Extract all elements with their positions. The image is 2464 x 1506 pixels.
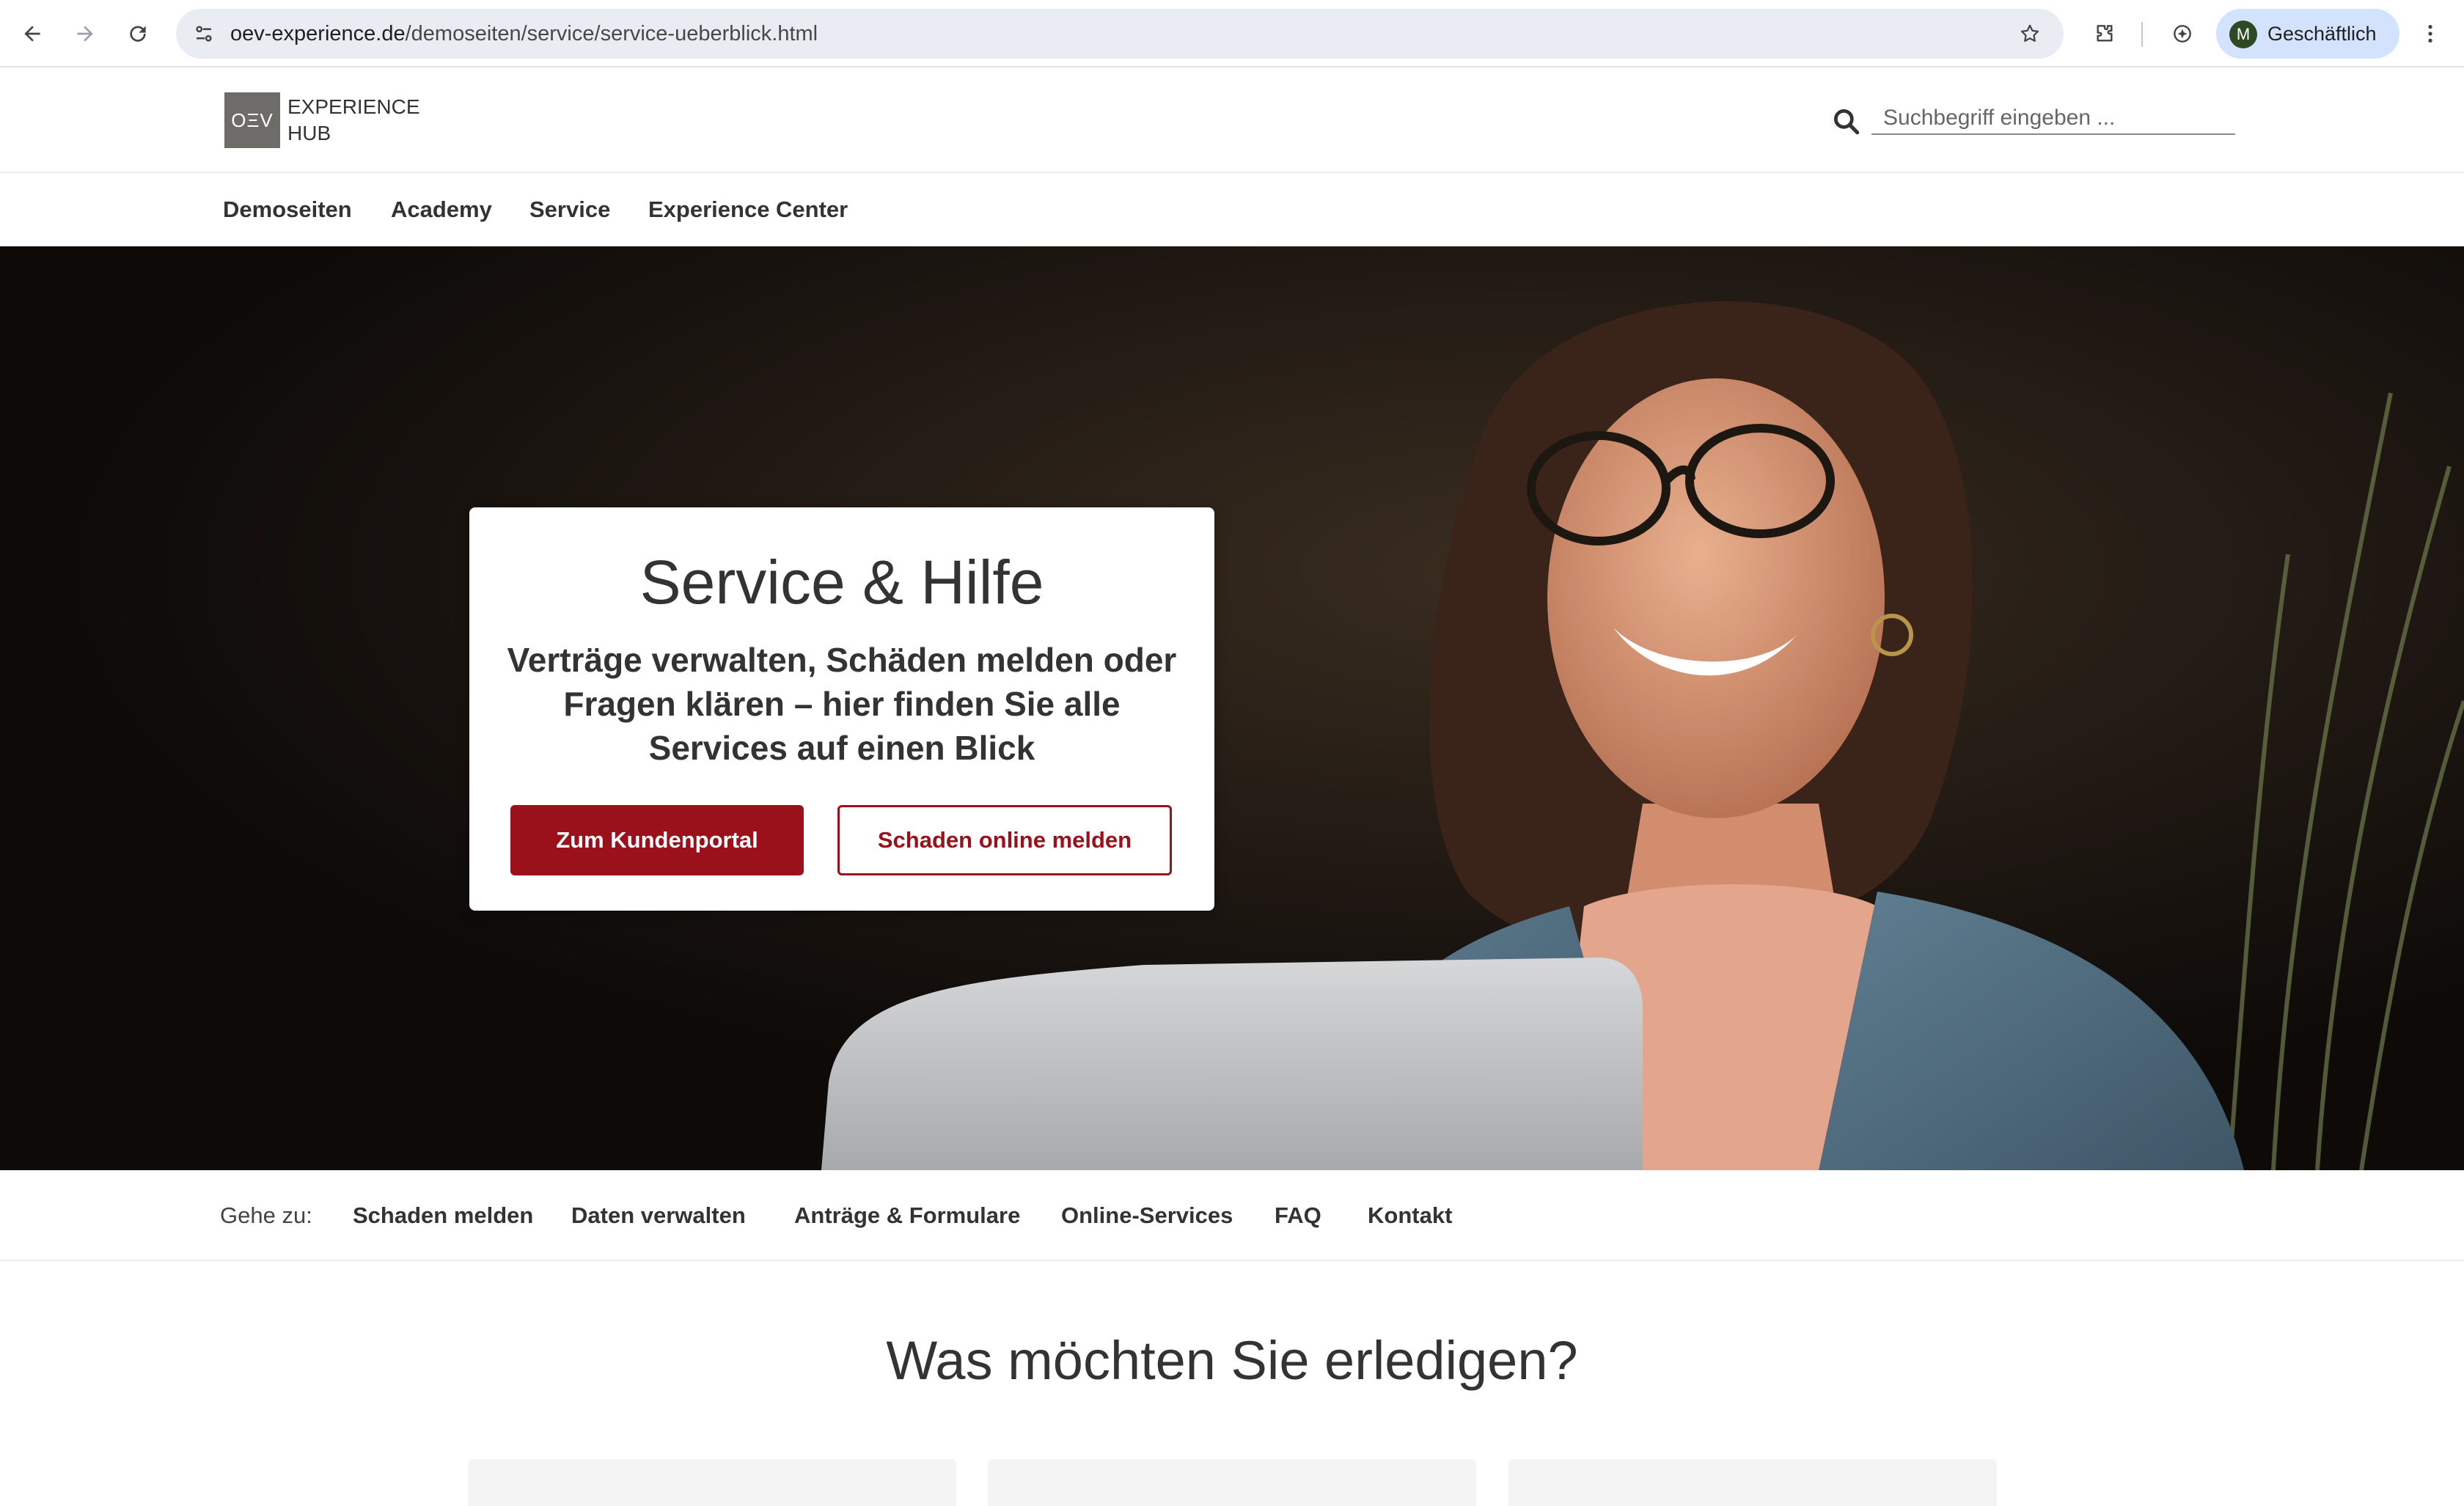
extensions-button[interactable] xyxy=(2087,16,2122,51)
profile-button[interactable]: M Geschäftlich xyxy=(2216,9,2399,59)
logo-line-2: HUB xyxy=(287,122,331,144)
jump-link-online-services[interactable]: Online-Services xyxy=(1061,1170,1233,1261)
jump-link-daten-verwalten[interactable]: Daten verwalten xyxy=(571,1170,746,1261)
ai-assistant-button[interactable] xyxy=(2165,16,2200,51)
nav-item-demoseiten[interactable]: Demoseiten xyxy=(223,173,352,246)
url-text[interactable]: oev-experience.de/demoseiten/service/ser… xyxy=(230,9,818,59)
nav-item-experience-center[interactable]: Experience Center xyxy=(648,173,848,246)
browser-menu-button[interactable] xyxy=(2413,16,2448,51)
jump-link-faq[interactable]: FAQ xyxy=(1275,1170,1321,1261)
main-navigation: Demoseiten Academy Service Experience Ce… xyxy=(0,173,2464,246)
jump-label: Gehe zu: xyxy=(220,1202,312,1228)
logo-text[interactable]: EXPERIENCE HUB xyxy=(287,94,420,147)
arrow-left-icon xyxy=(24,26,40,42)
forward-button[interactable] xyxy=(67,16,103,51)
more-vertical-icon xyxy=(2428,25,2432,43)
customer-portal-button[interactable]: Zum Kundenportal xyxy=(510,805,804,875)
toolbar-divider xyxy=(2141,22,2143,47)
puzzle-icon xyxy=(2097,25,2113,42)
hero-banner: Service & Hilfe Verträge verwalten, Schä… xyxy=(0,246,2464,1170)
logo-mark[interactable]: OΞV xyxy=(224,92,280,148)
browser-toolbar: oev-experience.de/demoseiten/service/ser… xyxy=(0,0,2464,67)
nav-item-service[interactable]: Service xyxy=(529,173,610,246)
logo-line-1: EXPERIENCE xyxy=(287,95,420,118)
service-card[interactable] xyxy=(468,1459,956,1506)
bookmark-star-icon[interactable] xyxy=(2015,19,2045,48)
url-host: oev-experience.de xyxy=(230,22,406,45)
nav-item-academy[interactable]: Academy xyxy=(391,173,492,246)
avatar: M xyxy=(2229,21,2257,48)
address-bar[interactable]: oev-experience.de/demoseiten/service/ser… xyxy=(176,9,2064,59)
hero-subtitle: Verträge verwalten, Schäden melden oder … xyxy=(507,641,1177,767)
service-card[interactable] xyxy=(988,1459,1476,1506)
report-damage-button[interactable]: Schaden online melden xyxy=(837,805,1172,875)
search-input[interactable] xyxy=(1871,103,2235,135)
jump-navigation: Gehe zu: Schaden melden Daten verwalten … xyxy=(0,1170,2464,1261)
jump-link-antraege[interactable]: Anträge & Formulare xyxy=(794,1170,1020,1261)
url-path: /demoseiten/service/service-ueberblick.h… xyxy=(405,22,818,45)
hero-card: Service & Hilfe Verträge verwalten, Schä… xyxy=(469,507,1214,911)
jump-link-kontakt[interactable]: Kontakt xyxy=(1368,1170,1452,1261)
arrow-right-icon xyxy=(77,26,93,42)
hero-photo xyxy=(0,246,2464,1170)
search-icon[interactable] xyxy=(1830,106,1863,138)
reload-icon xyxy=(130,26,146,42)
section-title: Was möchten Sie erledigen? xyxy=(886,1330,1578,1391)
hero-title: Service & Hilfe xyxy=(639,548,1044,617)
jump-link-schaden-melden[interactable]: Schaden melden xyxy=(353,1170,533,1261)
site-header: OΞV EXPERIENCE HUB xyxy=(0,67,2464,173)
profile-name: Geschäftlich xyxy=(2267,23,2377,45)
sparkle-icon xyxy=(2174,25,2191,43)
site-info-icon[interactable] xyxy=(189,19,219,48)
reload-button[interactable] xyxy=(120,16,155,51)
back-button[interactable] xyxy=(15,16,50,51)
service-card[interactable] xyxy=(1508,1459,1997,1506)
